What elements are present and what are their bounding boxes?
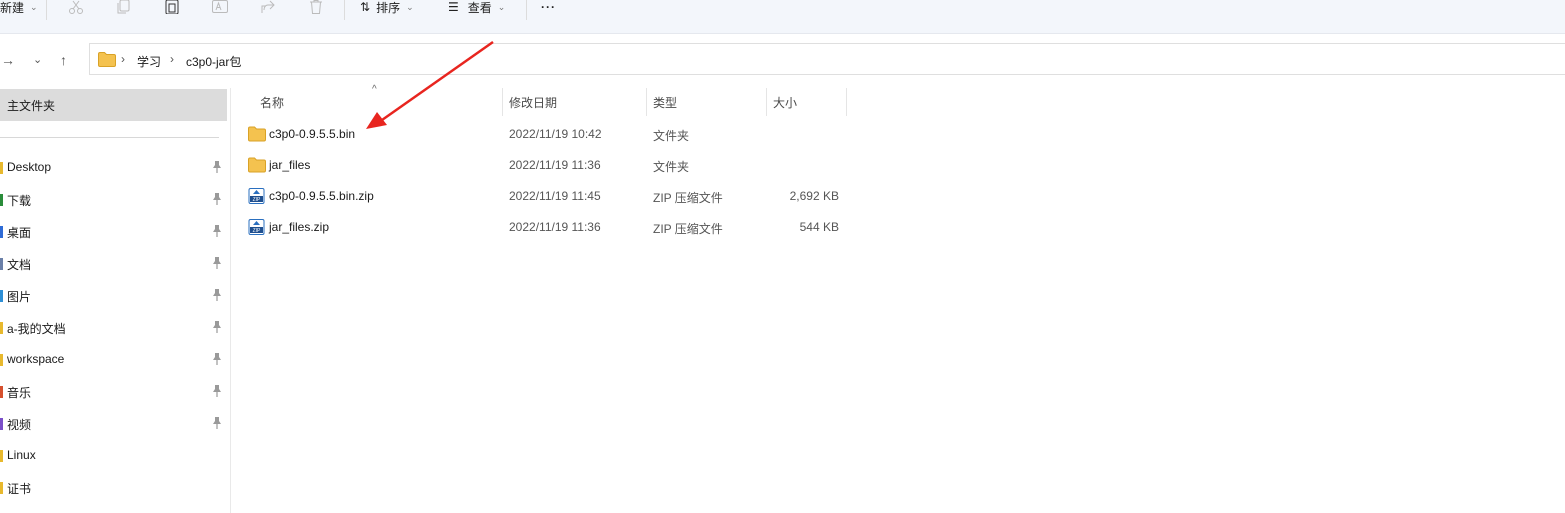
annotation-arrow	[366, 40, 494, 129]
